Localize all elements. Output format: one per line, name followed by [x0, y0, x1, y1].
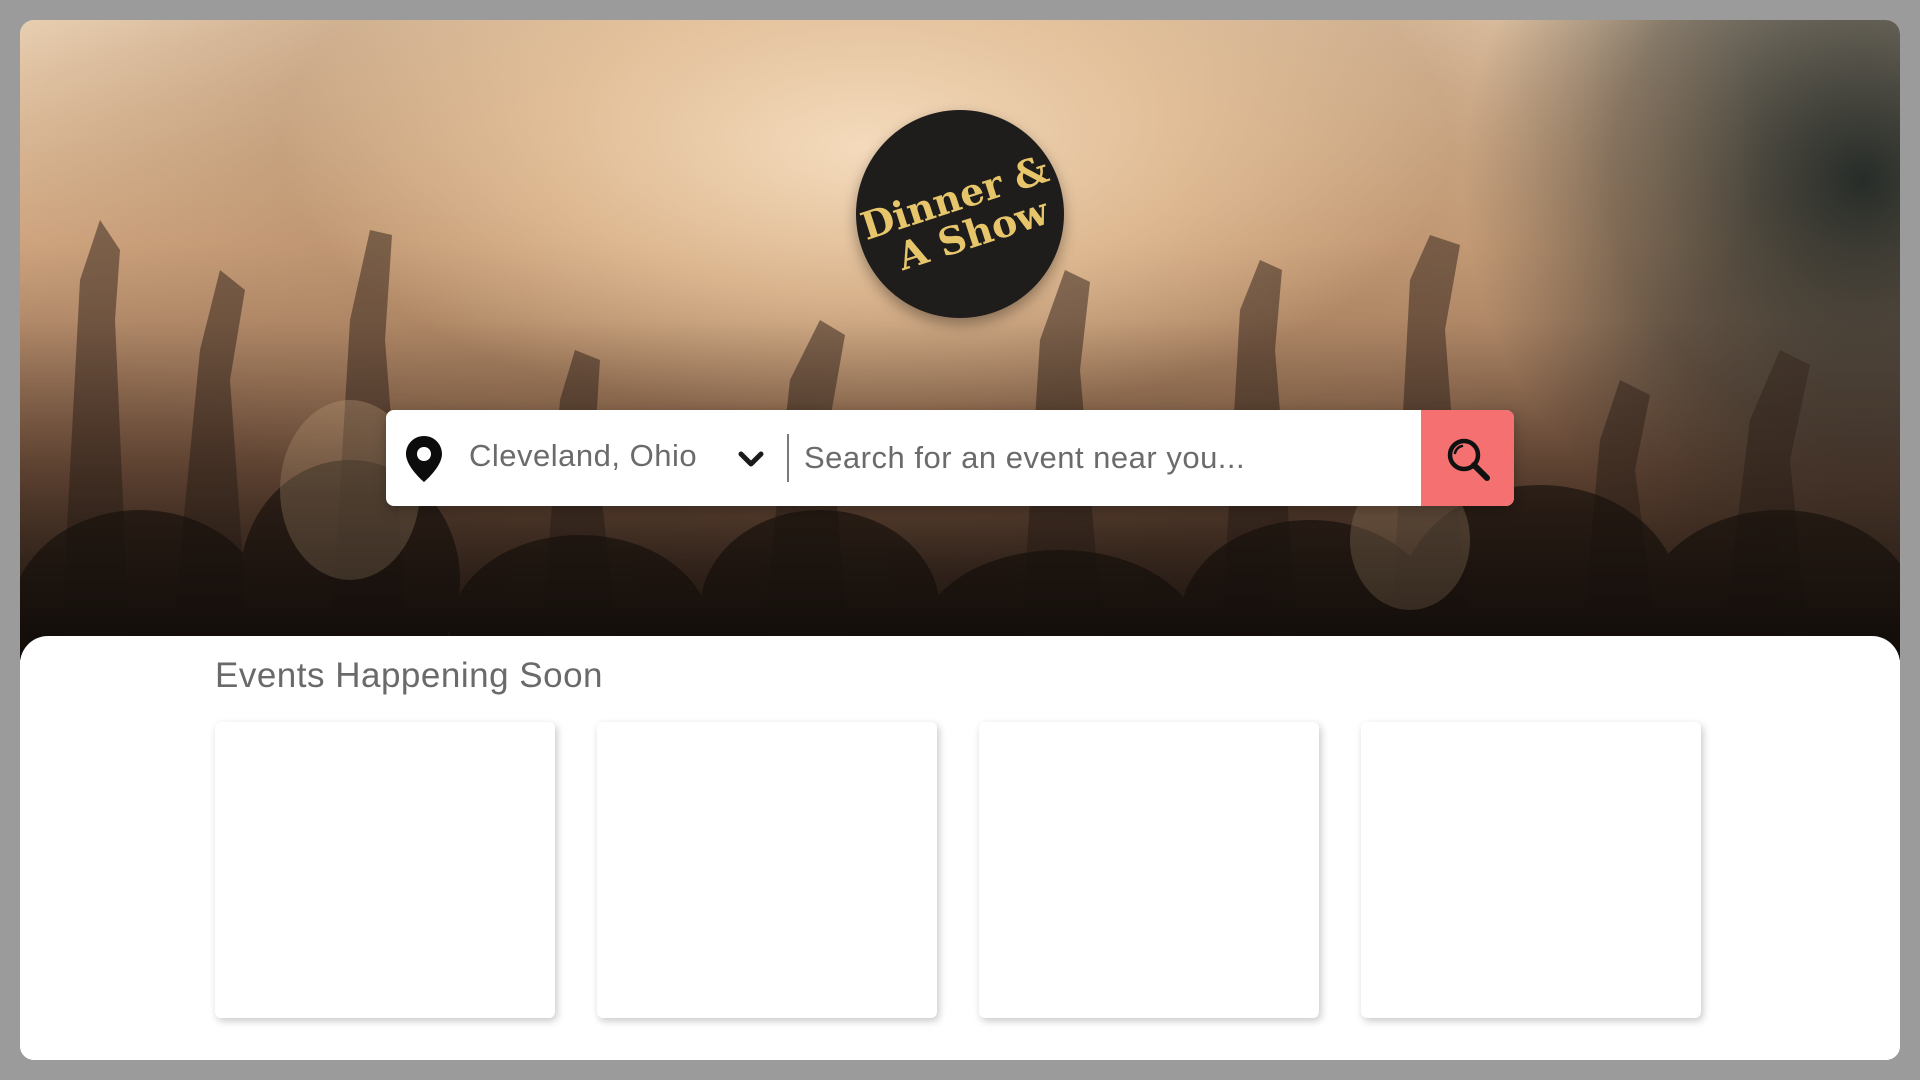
chevron-down-icon[interactable] [738, 448, 764, 470]
location-select-value[interactable]: Cleveland, Ohio [469, 438, 697, 474]
hero-banner: Dinner & A Show Cleveland, Ohio [20, 20, 1900, 660]
event-card[interactable] [979, 722, 1319, 1018]
brand-logo[interactable]: Dinner & A Show [856, 110, 1064, 318]
search-button[interactable] [1421, 410, 1514, 506]
logo-lettering: Dinner & A Show [856, 146, 1055, 279]
magnifier-icon [1447, 438, 1490, 481]
event-search-input[interactable] [804, 410, 1404, 506]
event-card[interactable] [597, 722, 937, 1018]
events-section: Events Happening Soon [20, 636, 1900, 1060]
event-card[interactable] [215, 722, 555, 1018]
map-pin-icon [406, 436, 442, 482]
search-divider [787, 434, 789, 482]
app-window: Dinner & A Show Cleveland, Ohio Search f… [20, 20, 1900, 1060]
events-section-title: Events Happening Soon [215, 656, 603, 695]
search-bar: Cleveland, Ohio [386, 410, 1514, 506]
event-card[interactable] [1361, 722, 1701, 1018]
